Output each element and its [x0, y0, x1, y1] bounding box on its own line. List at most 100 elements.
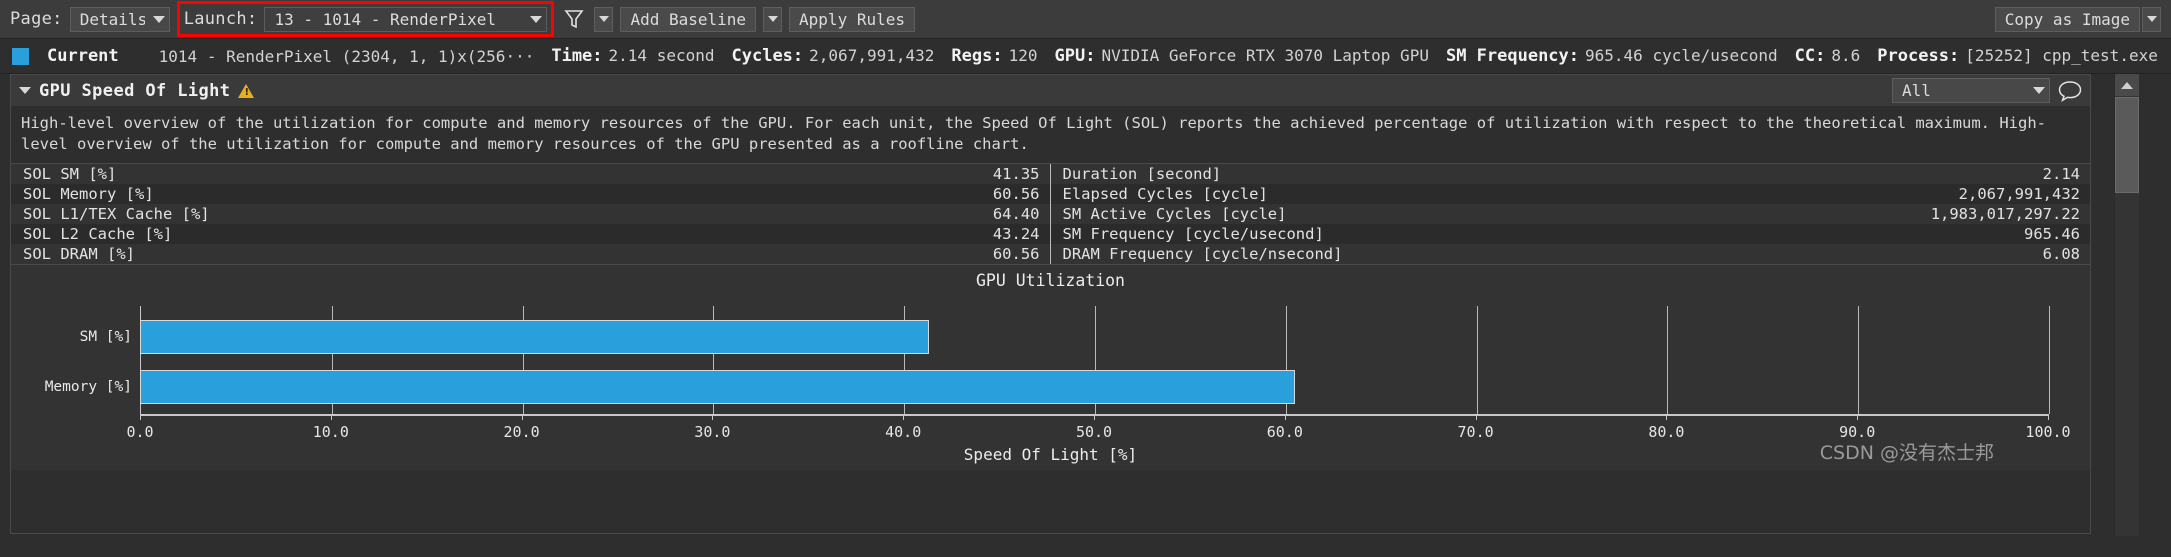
- chart-tick-label: 20.0: [503, 423, 540, 441]
- chevron-down-icon: [2033, 87, 2045, 94]
- regs-key: Regs:: [951, 46, 1003, 66]
- scroll-up-button[interactable]: [2115, 74, 2139, 96]
- funnel-icon: [564, 10, 585, 29]
- cycles-value: 2,067,991,432: [809, 46, 935, 65]
- metric-value: 2.14: [2042, 165, 2080, 183]
- gpu-value: NVIDIA GeForce RTX 3070 Laptop GPU: [1101, 46, 1429, 65]
- metric-name: SM Frequency [cycle/usecond]: [1062, 225, 1324, 243]
- current-color-swatch: [12, 47, 29, 65]
- chevron-down-icon[interactable]: [19, 87, 31, 94]
- metric-name: Duration [second]: [1062, 165, 1222, 183]
- chart-bar[interactable]: [140, 320, 929, 354]
- chevron-down-icon: [152, 15, 165, 23]
- metric-value: 43.24: [992, 225, 1040, 243]
- chart-tick-label: 40.0: [885, 423, 922, 441]
- chart-tick: [1284, 414, 1286, 420]
- gpu-speed-of-light-section-body: High-level overview of the utilization f…: [10, 106, 2091, 534]
- add-baseline-dropdown-button[interactable]: [763, 6, 783, 32]
- chart-tick: [2048, 414, 2049, 420]
- copy-as-image-dropdown-button[interactable]: [2142, 6, 2161, 32]
- chart-tick-label: 70.0: [1457, 423, 1494, 441]
- warning-triangle-icon: [238, 83, 255, 98]
- metric-name: SOL L2 Cache [%]: [23, 225, 173, 243]
- page-label: Page:: [10, 9, 63, 29]
- metric-value: 1,983,017,297.22: [1930, 205, 2080, 223]
- vertical-scrollbar[interactable]: [2114, 74, 2139, 536]
- process-key: Process:: [1877, 46, 1960, 66]
- section-title: GPU Speed Of Light: [39, 80, 231, 101]
- chart-category-label: Memory [%]: [44, 379, 132, 395]
- table-row[interactable]: SOL L1/TEX Cache [%] 64.40: [11, 204, 1050, 224]
- section-description: High-level overview of the utilization f…: [11, 106, 2090, 164]
- chart-gridline: [2049, 306, 2050, 414]
- report-panel-area: GPU Speed Of Light All High-level overvi…: [0, 74, 2171, 536]
- metric-name: SOL Memory [%]: [23, 185, 154, 203]
- table-row[interactable]: SM Active Cycles [cycle] 1,983,017,297.2…: [1050, 204, 2090, 224]
- regs-value: 120: [1008, 46, 1038, 65]
- section-filter-combobox[interactable]: All: [1892, 78, 2050, 103]
- metric-value: 41.35: [992, 165, 1040, 183]
- metric-value: 965.46: [2024, 225, 2080, 243]
- chart-tick: [1094, 414, 1095, 420]
- table-row[interactable]: SOL Memory [%] 60.56: [11, 184, 1050, 204]
- chart-bar[interactable]: [140, 370, 1296, 404]
- filter-button[interactable]: [561, 5, 587, 33]
- chart-tick: [521, 414, 523, 420]
- time-field: Time: 2.14 second: [551, 46, 714, 66]
- chart-gridline: [1858, 306, 1860, 414]
- metric-name: SOL L1/TEX Cache [%]: [23, 205, 210, 223]
- page-combobox[interactable]: Details: [69, 6, 170, 32]
- gpu-field: GPU: NVIDIA GeForce RTX 3070 Laptop GPU: [1054, 46, 1428, 66]
- cc-value: 8.6: [1831, 46, 1861, 65]
- table-row[interactable]: SM Frequency [cycle/usecond] 965.46: [1050, 224, 2090, 244]
- speech-bubble-icon[interactable]: [2058, 80, 2082, 102]
- chart-category-label: SM [%]: [79, 329, 132, 345]
- launch-combobox-value: 13 - 1014 - RenderPixel: [274, 9, 496, 29]
- toolbar: Page: Details Launch: 13 - 1014 - Render…: [0, 0, 2171, 39]
- filter-dropdown-button[interactable]: [594, 6, 614, 32]
- watermark: CSDN @没有杰士邦: [1819, 442, 1994, 464]
- time-key: Time:: [551, 46, 603, 66]
- sm-frequency-field: SM Frequency: 965.46 cycle/usecond: [1446, 46, 1778, 66]
- table-row[interactable]: Elapsed Cycles [cycle] 2,067,991,432: [1050, 184, 2090, 204]
- table-row[interactable]: SOL DRAM [%] 60.56: [11, 244, 1050, 264]
- chart-tick-label: 10.0: [312, 423, 349, 441]
- metric-value: 60.56: [992, 245, 1040, 263]
- table-row[interactable]: Duration [second] 2.14: [1050, 164, 2090, 184]
- chart-tick: [140, 414, 141, 420]
- table-row[interactable]: SOL L2 Cache [%] 43.24: [11, 224, 1050, 244]
- apply-rules-button[interactable]: Apply Rules: [789, 6, 915, 32]
- metric-value: 6.08: [2042, 245, 2080, 263]
- gpu-utilization-chart: GPU Utilization 0.0 10.0 20.0 30.0 40.0 50.0 6…: [11, 265, 2090, 470]
- cycles-key: Cycles:: [731, 46, 804, 66]
- chart-tick-label: 80.0: [1648, 423, 1685, 441]
- chevron-down-icon: [598, 16, 609, 22]
- launch-combobox[interactable]: 13 - 1014 - RenderPixel: [264, 6, 548, 32]
- gpu-key: GPU:: [1054, 46, 1096, 66]
- chart-tick: [903, 414, 905, 420]
- current-label: Current: [47, 46, 119, 66]
- toolbar-right-group: Copy as Image: [1994, 6, 2161, 32]
- scrollbar-thumb[interactable]: [2115, 97, 2139, 193]
- cc-key: CC:: [1794, 46, 1826, 66]
- chart-x-axis-title: Speed Of Light [%]: [963, 445, 1138, 464]
- metric-value: 60.56: [992, 185, 1040, 203]
- table-row[interactable]: DRAM Frequency [cycle/nsecond] 6.08: [1050, 244, 2090, 264]
- gpu-speed-of-light-section-header[interactable]: GPU Speed Of Light All: [10, 74, 2091, 106]
- process-field: Process: [25252] cpp_test.exe: [1877, 46, 2158, 66]
- regs-field: Regs: 120: [951, 46, 1037, 66]
- chevron-down-icon: [2146, 16, 2157, 22]
- metrics-column-left: SOL SM [%] 41.35 SOL Memory [%] 60.56 SO…: [11, 164, 1051, 264]
- chart-tick-label: 50.0: [1075, 423, 1113, 441]
- chart-tick: [1666, 414, 1668, 420]
- chevron-down-icon: [767, 16, 778, 22]
- chart-tick-label: 60.0: [1266, 423, 1303, 441]
- chevron-down-icon: [530, 15, 543, 23]
- add-baseline-button[interactable]: Add Baseline: [620, 6, 757, 32]
- copy-as-image-button[interactable]: Copy as Image: [1994, 6, 2140, 32]
- metrics-column-right: Duration [second] 2.14 Elapsed Cycles [c…: [1050, 164, 2090, 264]
- cycles-field: Cycles: 2,067,991,432: [732, 46, 935, 66]
- chart-gridline: [1667, 306, 1669, 414]
- table-row[interactable]: SOL SM [%] 41.35: [11, 164, 1050, 184]
- metric-name: Elapsed Cycles [cycle]: [1062, 185, 1268, 203]
